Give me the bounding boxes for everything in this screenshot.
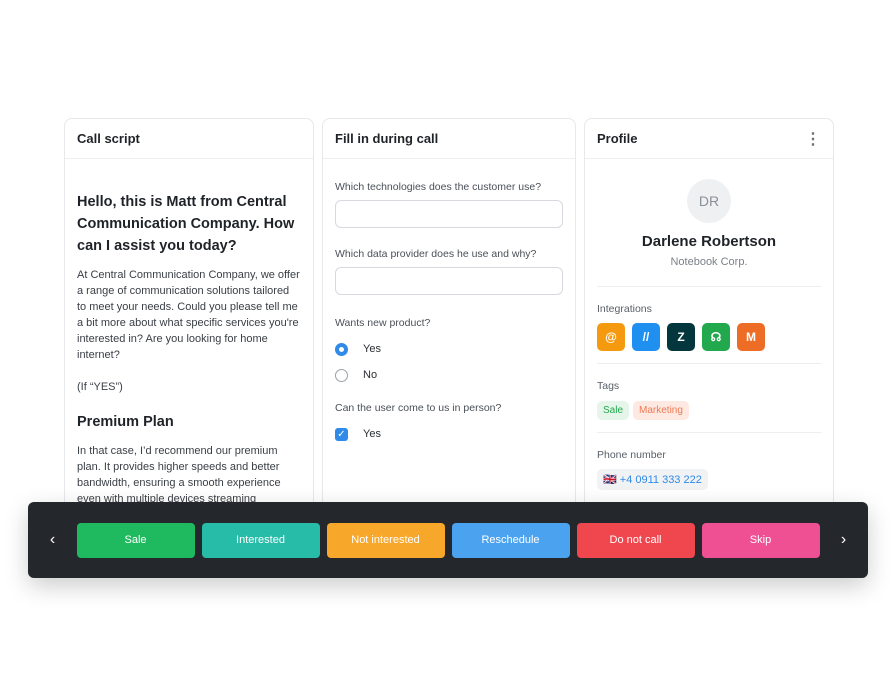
technologies-input[interactable] (335, 200, 563, 228)
phone-number[interactable]: 🇬🇧 +4 0911 333 222 (597, 469, 708, 490)
not-interested-button[interactable]: Not interested (326, 522, 445, 558)
skip-button[interactable]: Skip (701, 522, 820, 558)
question-label: Can the user come to us in person? (335, 402, 502, 414)
radio-no[interactable]: No (335, 362, 563, 388)
avatar: DR (687, 179, 731, 223)
chevron-left-icon[interactable]: ‹ (42, 531, 63, 549)
profile-panel: Profile ⋮ DR Darlene Robertson Notebook C… (584, 118, 834, 538)
chevron-right-icon[interactable]: › (833, 531, 854, 549)
zendesk-icon[interactable]: Z (667, 323, 695, 351)
panel-title: Profile (597, 131, 638, 146)
panel-title: Call script (65, 119, 313, 159)
do-not-call-button[interactable]: Do not call (576, 522, 695, 558)
script-subheading: Premium Plan (77, 414, 174, 430)
checkbox-yes[interactable]: ✓ Yes (335, 421, 563, 447)
interested-button[interactable]: Interested (201, 522, 320, 558)
tag-sale: Sale (597, 401, 630, 420)
contact-company: Notebook Corp. (670, 256, 748, 268)
radio-unchecked-icon (335, 368, 348, 382)
phone-value: +4 0911 333 222 (619, 474, 702, 486)
question-label: Wants new product? (335, 317, 431, 329)
call-script-panel: Call script Hello, this is Matt from Cen… (64, 118, 314, 538)
call-form-panel: Fill in during call Which technologies d… (322, 118, 576, 538)
tags-label: Tags (597, 380, 620, 392)
script-condition: (If “YES”) (77, 381, 123, 393)
panel-title: Fill in during call (323, 119, 575, 159)
tag-marketing: Marketing (633, 401, 689, 420)
uk-flag-icon: 🇬🇧 (603, 474, 620, 486)
radio-yes[interactable]: Yes (335, 336, 563, 362)
magento-icon[interactable]: M (737, 323, 765, 351)
script-heading: Hello, this is Matt from Central Communi… (77, 194, 295, 254)
integrations-label: Integrations (597, 303, 652, 315)
slashes-icon[interactable]: // (632, 323, 660, 351)
reschedule-button[interactable]: Reschedule (451, 522, 570, 558)
option-label: Yes (363, 343, 381, 355)
radio-checked-icon (335, 342, 348, 356)
contact-name: Darlene Robertson (641, 233, 777, 250)
sale-button[interactable]: Sale (76, 522, 195, 558)
option-label: No (363, 369, 378, 381)
script-paragraph: At Central Communication Company, we off… (77, 269, 300, 361)
headset-icon[interactable]: ☊ (702, 323, 730, 351)
call-outcome-bar: ‹ Sale Interested Not interested Resched… (28, 502, 868, 578)
more-options-icon[interactable]: ⋮ (805, 129, 821, 149)
phone-label: Phone number (597, 449, 666, 461)
chat-at-icon[interactable]: @ (597, 323, 625, 351)
option-label: Yes (363, 428, 381, 440)
data-provider-input[interactable] (335, 267, 563, 295)
checkmark-icon: ✓ (335, 427, 348, 441)
question-label: Which technologies does the customer use… (335, 181, 542, 193)
question-label: Which data provider does he use and why? (335, 248, 537, 260)
